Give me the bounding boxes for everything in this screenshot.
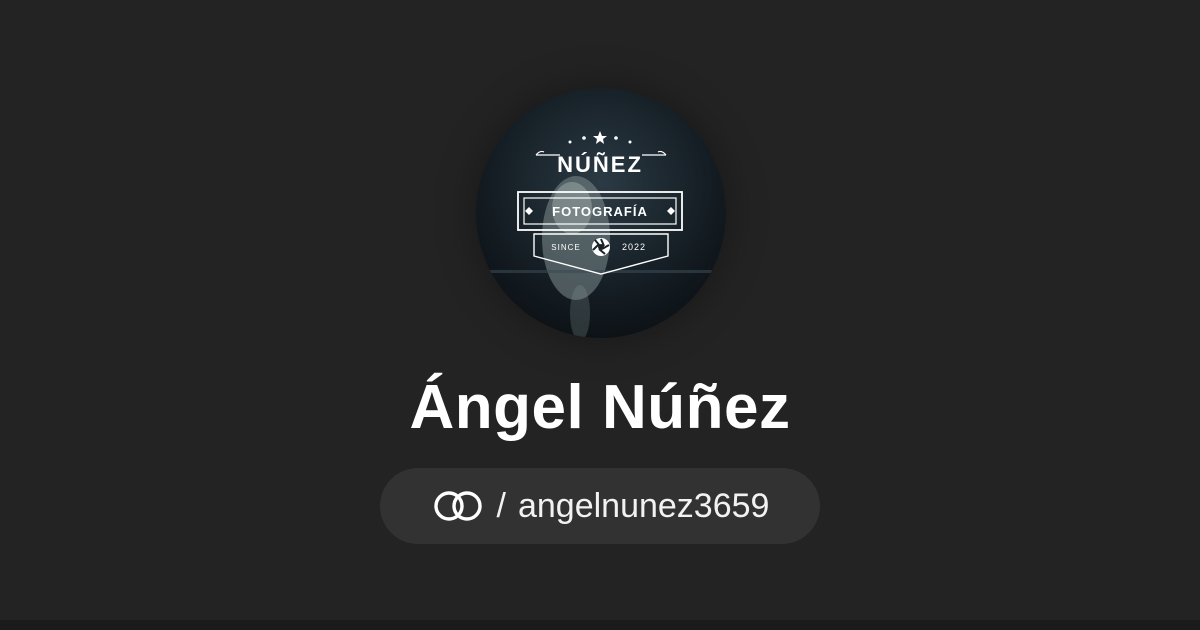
profile-handle-link[interactable]: / angelnunez3659 (380, 468, 820, 544)
profile-avatar[interactable]: NÚÑEZ FOTOGRAFÍA SINCE 2022 (476, 88, 726, 338)
surface-line (476, 270, 726, 273)
profile-display-name: Ángel Núñez (409, 373, 791, 442)
interlocking-rings-icon (433, 491, 482, 521)
handle-separator: / (496, 487, 506, 525)
bottom-divider (0, 620, 1200, 630)
banner-left-diamond (525, 207, 533, 215)
logo-since-year: 2022 (622, 242, 646, 252)
camera-aperture-icon (592, 238, 610, 256)
stars-decoration (568, 131, 632, 144)
photography-logo: NÚÑEZ FOTOGRAFÍA SINCE 2022 (476, 131, 726, 338)
logo-since-label: SINCE (551, 243, 580, 252)
profile-username: angelnunez3659 (517, 487, 770, 525)
logo-brand-name: NÚÑEZ (557, 152, 643, 177)
logo-banner-text: FOTOGRAFÍA (552, 204, 648, 219)
profile-card: NÚÑEZ FOTOGRAFÍA SINCE 2022 Ángel Núñez (0, 0, 1200, 630)
banner-right-diamond (667, 207, 675, 215)
